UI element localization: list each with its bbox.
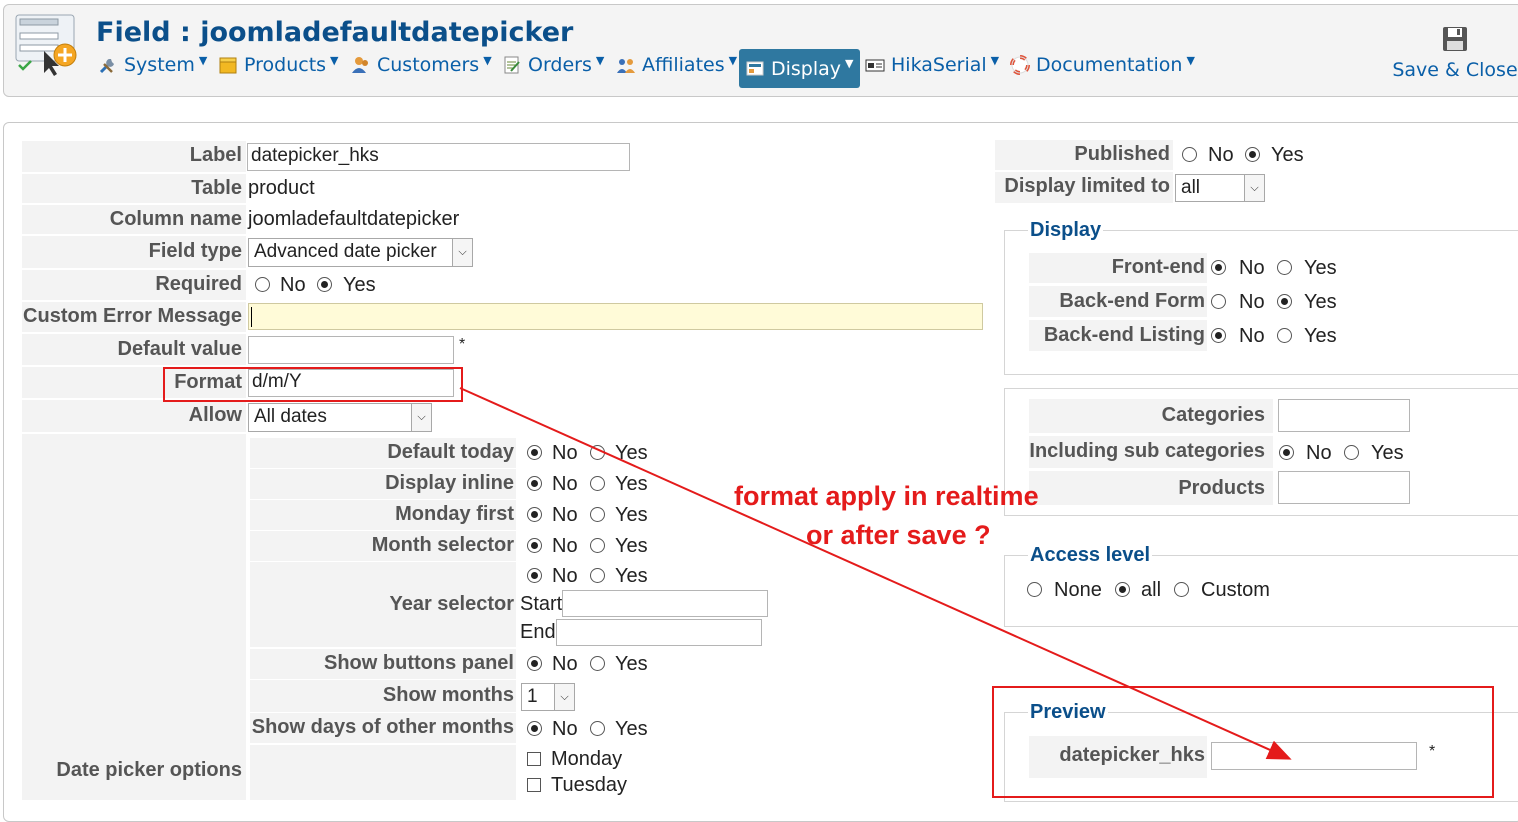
annotation-arrow	[459, 387, 1292, 760]
